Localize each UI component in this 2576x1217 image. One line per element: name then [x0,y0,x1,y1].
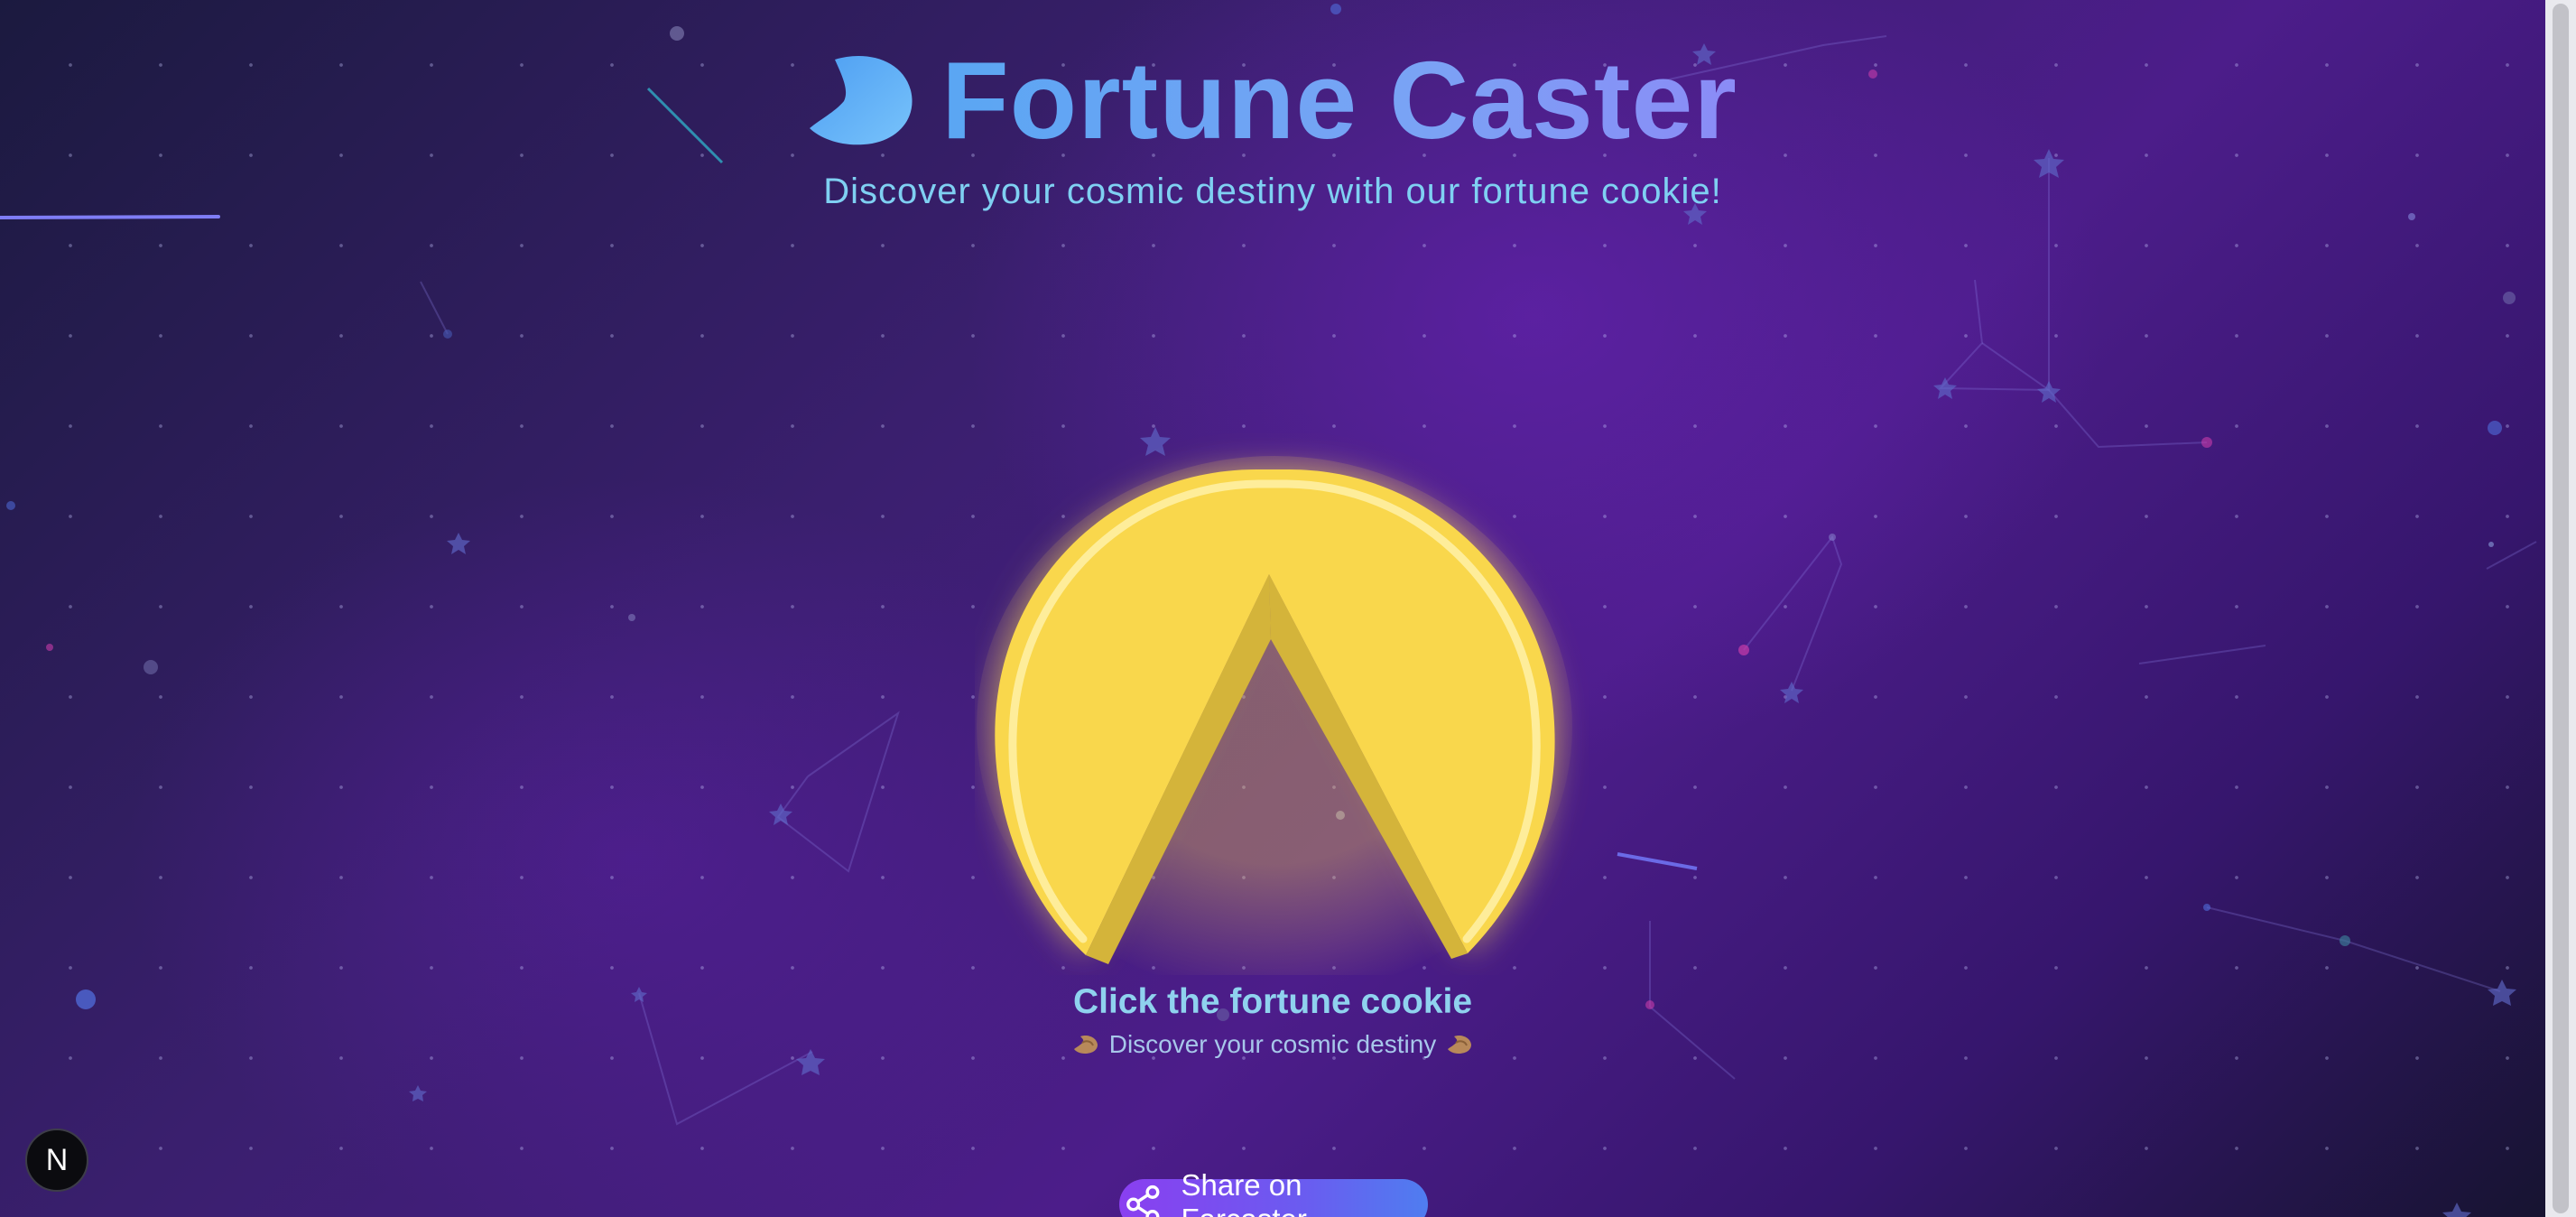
star-shape [769,804,792,825]
header: Fortune Caster [0,45,2545,155]
fortune-cookie-icon [977,456,1572,998]
page-subtitle: Discover your cosmic destiny with our fo… [823,172,1722,211]
dev-tools-badge[interactable]: N [25,1129,88,1192]
fortune-cookie-icon [810,56,913,145]
dev-badge-letter: N [45,1142,69,1177]
shooting-star [0,215,220,219]
page-title: Fortune Caster [941,39,1737,162]
star-shape [409,1085,427,1101]
vertical-scrollbar[interactable] [2545,0,2576,1217]
fortune-cookie-button[interactable] [975,433,1589,998]
star-shape [1780,682,1803,703]
share-farcaster-button[interactable]: Share on Farcaster [1119,1168,1428,1217]
scrollbar-thumb[interactable] [2553,4,2569,1213]
star-shape [1933,377,1957,399]
share-icon [1126,1184,1160,1217]
star-shape [2442,1203,2471,1217]
fortune-cookie-icon [1073,1036,1098,1054]
share-button-label: Share on Farcaster [1181,1168,1306,1217]
cookie-hint-text: Discover your cosmic destiny [1108,1030,1437,1058]
cookie-hint-subtitle: Discover your cosmic destiny [0,1030,2545,1059]
star-shape [447,533,470,554]
cookie-hint-title: Click the fortune cookie [1072,982,1473,1021]
shooting-star [1617,852,1698,870]
page-background: Fortune Caster Discover your cosmic dest… [0,0,2545,1217]
fortune-cookie-icon [1448,1036,1472,1054]
